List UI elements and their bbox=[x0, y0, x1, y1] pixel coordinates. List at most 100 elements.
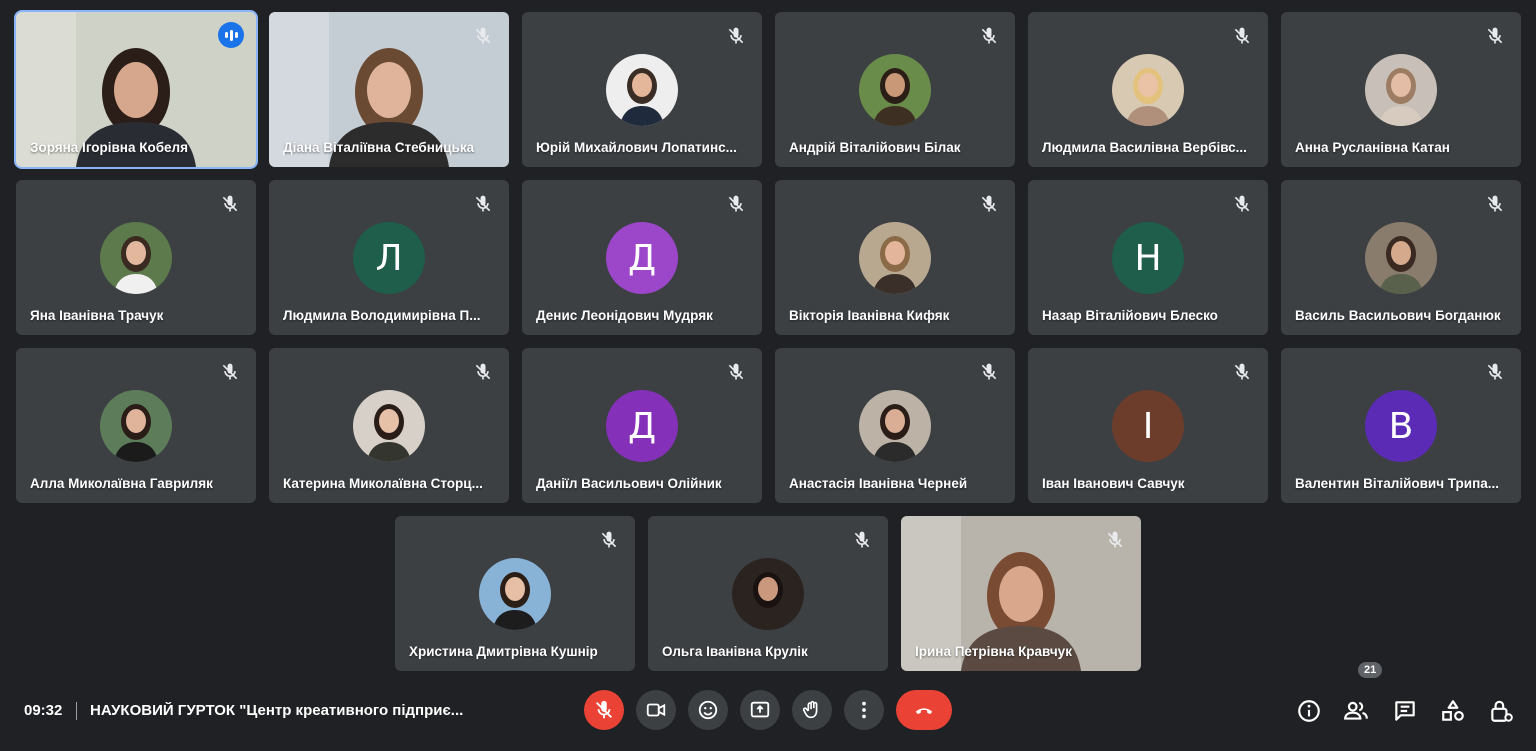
participant-tile[interactable]: Юрій Михайлович Лопатинс... bbox=[522, 12, 762, 167]
mic-muted-indicator bbox=[473, 362, 493, 382]
avatar bbox=[859, 390, 931, 462]
leave-call-button[interactable] bbox=[896, 690, 952, 730]
participant-name: Назар Віталійович Блеско bbox=[1042, 308, 1218, 323]
more-options-icon bbox=[862, 701, 866, 719]
present-screen-button[interactable] bbox=[740, 690, 780, 730]
mic-muted-icon bbox=[1107, 531, 1123, 548]
participant-name: Денис Леонідович Мудряк bbox=[536, 308, 713, 323]
mic-muted-indicator bbox=[852, 530, 872, 550]
participant-tile[interactable]: Вікторія Іванівна Кифяк bbox=[775, 180, 1015, 335]
mic-muted-indicator bbox=[726, 194, 746, 214]
avatar bbox=[1112, 54, 1184, 126]
avatar bbox=[1365, 222, 1437, 294]
mic-muted-indicator bbox=[1232, 194, 1252, 214]
participant-name: Людмила Василівна Вербівс... bbox=[1042, 140, 1247, 155]
mic-muted-icon bbox=[854, 531, 870, 548]
avatar: Д bbox=[606, 222, 678, 294]
camera-icon bbox=[646, 703, 666, 717]
mic-muted-indicator bbox=[1485, 194, 1505, 214]
participant-name: Вікторія Іванівна Кифяк bbox=[789, 308, 950, 323]
avatar: В bbox=[1365, 390, 1437, 462]
avatar bbox=[100, 390, 172, 462]
mic-muted-icon bbox=[475, 195, 491, 212]
activities-button[interactable] bbox=[1440, 698, 1466, 724]
participant-tile[interactable]: Д Даніїл Васильович Олійник bbox=[522, 348, 762, 503]
mic-muted-indicator bbox=[979, 194, 999, 214]
participant-name: Анна Русланівна Катан bbox=[1295, 140, 1450, 155]
participant-tile[interactable]: Людмила Василівна Вербівс... bbox=[1028, 12, 1268, 167]
speaking-indicator-icon bbox=[218, 22, 244, 48]
participant-tile[interactable]: Ірина Петрівна Кравчук bbox=[901, 516, 1141, 671]
avatar bbox=[353, 390, 425, 462]
participant-tile[interactable]: Ольга Іванівна Крулік bbox=[648, 516, 888, 671]
mic-muted-indicator bbox=[979, 362, 999, 382]
participant-name: Юрій Михайлович Лопатинс... bbox=[536, 140, 737, 155]
mic-muted-indicator bbox=[1232, 362, 1252, 382]
mic-muted-icon bbox=[1487, 27, 1503, 44]
chat-button[interactable] bbox=[1392, 698, 1418, 724]
participant-tile[interactable]: Зоряна Ігорівна Кобеля bbox=[14, 10, 258, 169]
reactions-button[interactable] bbox=[688, 690, 728, 730]
meeting-title[interactable]: НАУКОВИЙ ГУРТОК "Центр креативного підпр… bbox=[90, 702, 490, 719]
hang-up-icon bbox=[915, 708, 933, 715]
participant-tile[interactable]: Христина Дмитрівна Кушнір bbox=[395, 516, 635, 671]
avatar bbox=[859, 54, 931, 126]
mic-muted-indicator bbox=[726, 362, 746, 382]
participant-tile[interactable]: Анна Русланівна Катан bbox=[1281, 12, 1521, 167]
raise-hand-button[interactable] bbox=[792, 690, 832, 730]
mic-muted-icon bbox=[728, 27, 744, 44]
participant-name: Василь Васильович Богданюк bbox=[1295, 308, 1501, 323]
mic-muted-icon bbox=[1234, 363, 1250, 380]
participant-tile[interactable]: Яна Іванівна Трачук bbox=[16, 180, 256, 335]
avatar bbox=[1365, 54, 1437, 126]
mic-muted-indicator bbox=[599, 530, 619, 550]
meeting-clock: 09:32 bbox=[24, 702, 63, 719]
participant-tile[interactable]: Д Денис Леонідович Мудряк bbox=[522, 180, 762, 335]
mic-muted-indicator bbox=[473, 26, 493, 46]
participant-name: Андрій Віталійович Білак bbox=[789, 140, 961, 155]
bottom-bar: 09:32 НАУКОВИЙ ГУРТОК "Центр креативного… bbox=[0, 662, 1536, 751]
mic-muted-icon bbox=[981, 363, 997, 380]
participant-tile[interactable]: Анастасія Іванівна Черней bbox=[775, 348, 1015, 503]
participant-tile[interactable]: Діана Віталіївна Стебницька bbox=[269, 12, 509, 167]
participant-tile[interactable]: Василь Васильович Богданюк bbox=[1281, 180, 1521, 335]
mic-muted-indicator bbox=[220, 194, 240, 214]
mic-muted-indicator bbox=[1232, 26, 1252, 46]
participant-name: Катерина Миколаївна Сторц... bbox=[283, 476, 483, 491]
mic-muted-icon bbox=[981, 27, 997, 44]
participant-tile[interactable]: Алла Миколаївна Гавриляк bbox=[16, 348, 256, 503]
avatar: Д bbox=[606, 390, 678, 462]
camera-toggle-button[interactable] bbox=[636, 690, 676, 730]
participant-tile[interactable]: Н Назар Віталійович Блеско bbox=[1028, 180, 1268, 335]
emoji-icon bbox=[698, 700, 718, 720]
people-icon bbox=[1344, 701, 1368, 720]
meeting-details-button[interactable] bbox=[1296, 698, 1322, 724]
host-controls-button[interactable] bbox=[1488, 698, 1514, 724]
participant-name: Христина Дмитрівна Кушнір bbox=[409, 644, 598, 659]
participant-name: Зоряна Ігорівна Кобеля bbox=[30, 140, 188, 155]
more-options-button[interactable] bbox=[844, 690, 884, 730]
participant-tile[interactable]: Андрій Віталійович Білак bbox=[775, 12, 1015, 167]
activities-icon bbox=[1442, 700, 1464, 721]
avatar: Н bbox=[1112, 222, 1184, 294]
participant-tile[interactable]: Л Людмила Володимирівна П... bbox=[269, 180, 509, 335]
mic-muted-icon bbox=[475, 27, 491, 44]
participant-name: Людмила Володимирівна П... bbox=[283, 308, 481, 323]
participant-name: Діана Віталіївна Стебницька bbox=[283, 140, 475, 155]
participant-name: Яна Іванівна Трачук bbox=[30, 308, 164, 323]
participant-tile[interactable]: І Іван Іванович Савчук bbox=[1028, 348, 1268, 503]
mic-muted-indicator bbox=[1105, 530, 1125, 550]
avatar bbox=[859, 222, 931, 294]
avatar: І bbox=[1112, 390, 1184, 462]
mic-muted-indicator bbox=[220, 362, 240, 382]
participant-name: Ірина Петрівна Кравчук bbox=[915, 644, 1072, 659]
avatar bbox=[732, 558, 804, 630]
raise-hand-icon bbox=[802, 700, 818, 719]
host-controls-icon bbox=[1491, 700, 1513, 722]
mic-muted-icon bbox=[601, 531, 617, 548]
mic-toggle-button[interactable] bbox=[584, 690, 624, 730]
mic-muted-icon bbox=[222, 195, 238, 212]
people-button[interactable] bbox=[1343, 698, 1369, 724]
participant-tile[interactable]: Катерина Миколаївна Сторц... bbox=[269, 348, 509, 503]
participant-tile[interactable]: В Валентин Віталійович Трипа... bbox=[1281, 348, 1521, 503]
